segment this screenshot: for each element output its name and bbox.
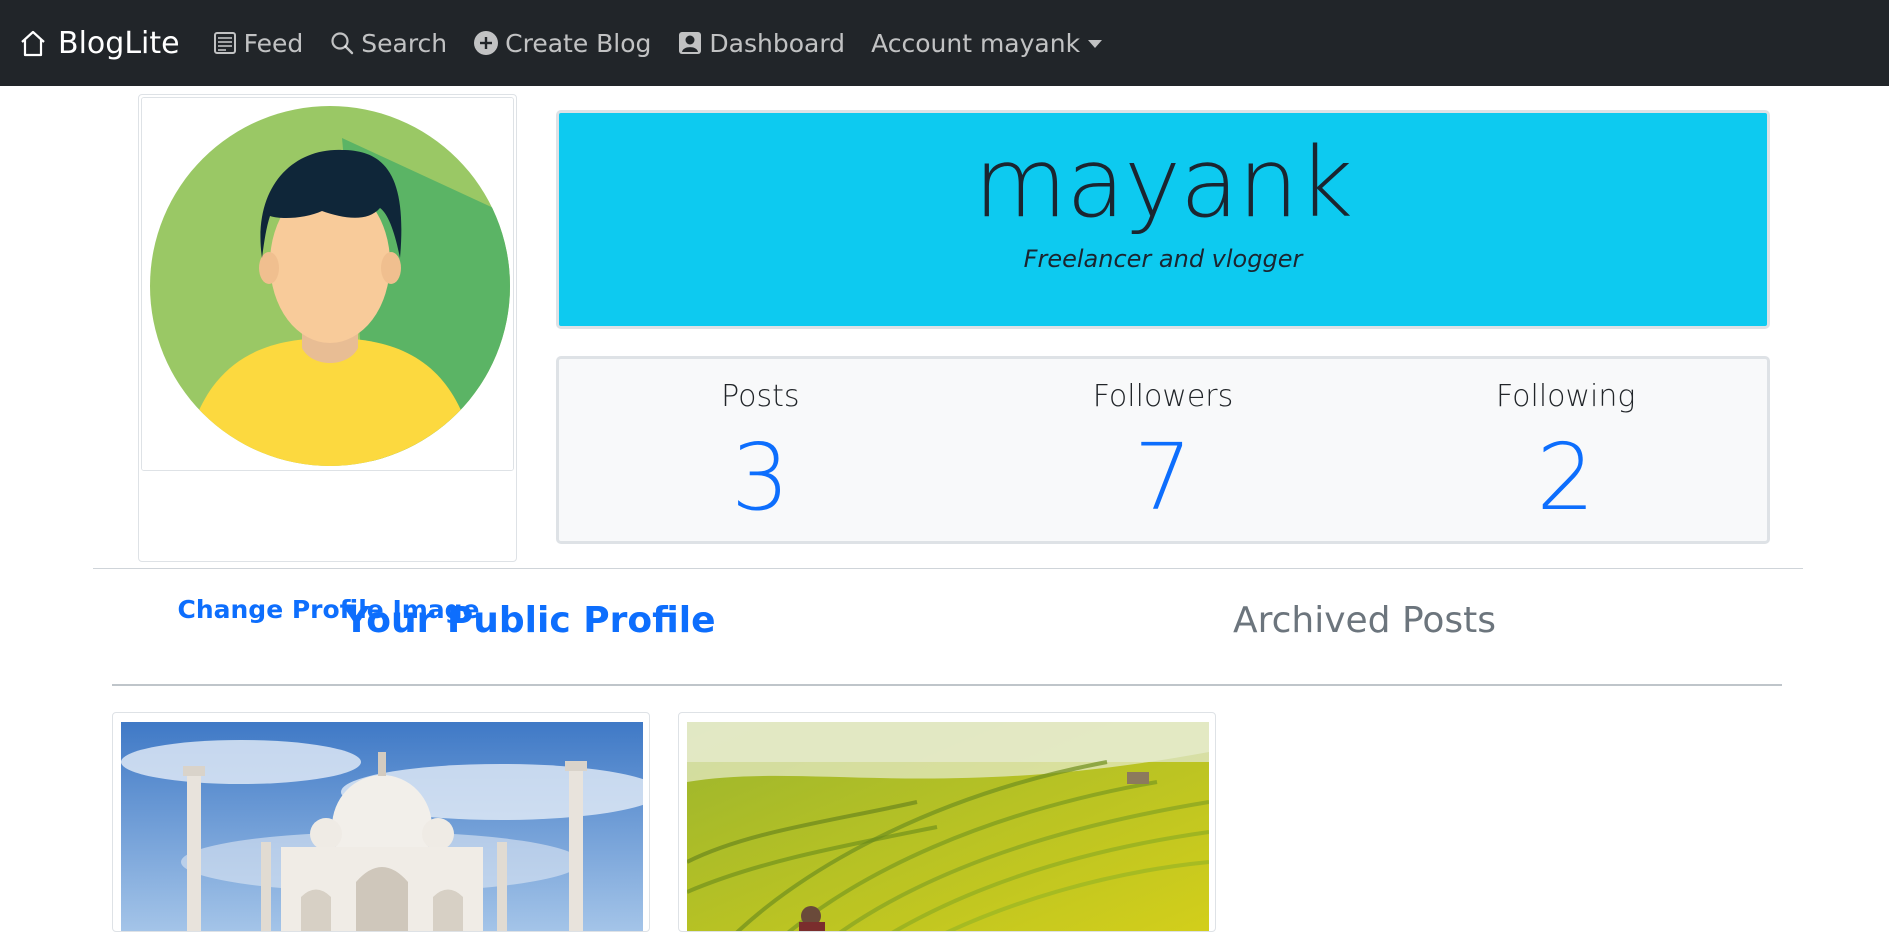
profile-stats: Posts 3 Followers 7 Following 2: [556, 356, 1770, 544]
nav-feed[interactable]: Feed: [212, 28, 304, 58]
post-thumbnail[interactable]: [121, 722, 643, 931]
brand-link[interactable]: BlogLite: [18, 26, 180, 61]
post-card[interactable]: [112, 712, 650, 932]
profile-banner: mayank Freelancer and vlogger: [556, 110, 1770, 329]
avatar-image: [142, 98, 513, 470]
brand-name: BlogLite: [58, 25, 180, 61]
stat-followers-value: 7: [1133, 424, 1193, 531]
nav-dashboard[interactable]: Dashboard: [677, 29, 845, 58]
tabs-divider: [112, 684, 1782, 686]
person-badge-icon: [679, 32, 702, 54]
stat-following-label: Following: [1495, 379, 1636, 414]
nav-feed-label: Feed: [243, 28, 304, 58]
stat-posts[interactable]: Posts 3: [559, 359, 962, 541]
nav-search-label: Search: [361, 28, 448, 58]
search-icon: [331, 32, 354, 55]
stat-posts-value: 3: [731, 424, 790, 531]
post-card[interactable]: [678, 712, 1216, 932]
top-navbar: BlogLite Feed Search Create Blog Dashboa…: [0, 0, 1889, 86]
nav-search[interactable]: Search: [329, 29, 447, 58]
stat-followers-label: Followers: [1092, 379, 1234, 414]
profile-image-card: Change Profile Image: [138, 94, 517, 624]
caret-down-icon: [1088, 40, 1103, 48]
house-icon: [21, 30, 45, 57]
stat-posts-label: Posts: [721, 379, 800, 414]
profile-username: mayank: [973, 127, 1353, 239]
stat-following[interactable]: Following 2: [1364, 359, 1767, 541]
profile-bio: Freelancer and vlogger: [1023, 244, 1303, 273]
nav-dashboard-label: Dashboard: [709, 28, 846, 58]
nav-create-blog[interactable]: Create Blog: [473, 29, 651, 58]
profile-tabs: Your Public Profile Archived Posts: [112, 600, 1782, 684]
account-dropdown-label: Account mayank: [871, 28, 1081, 58]
avatar: [141, 97, 514, 471]
nav-create-blog-label: Create Blog: [505, 28, 652, 58]
stat-following-value: 2: [1536, 424, 1595, 531]
feed-icon: [213, 32, 236, 54]
plus-circle-icon: [474, 31, 499, 55]
section-divider: [93, 568, 1803, 569]
taj-mahal-photo: [121, 722, 643, 931]
rice-terraces-photo: [687, 722, 1209, 931]
stat-followers[interactable]: Followers 7: [962, 359, 1365, 541]
tab-public-profile[interactable]: Your Public Profile: [112, 600, 947, 684]
account-dropdown[interactable]: Account mayank: [871, 28, 1103, 58]
tab-archived-posts[interactable]: Archived Posts: [947, 600, 1782, 684]
post-thumbnail[interactable]: [687, 722, 1209, 931]
